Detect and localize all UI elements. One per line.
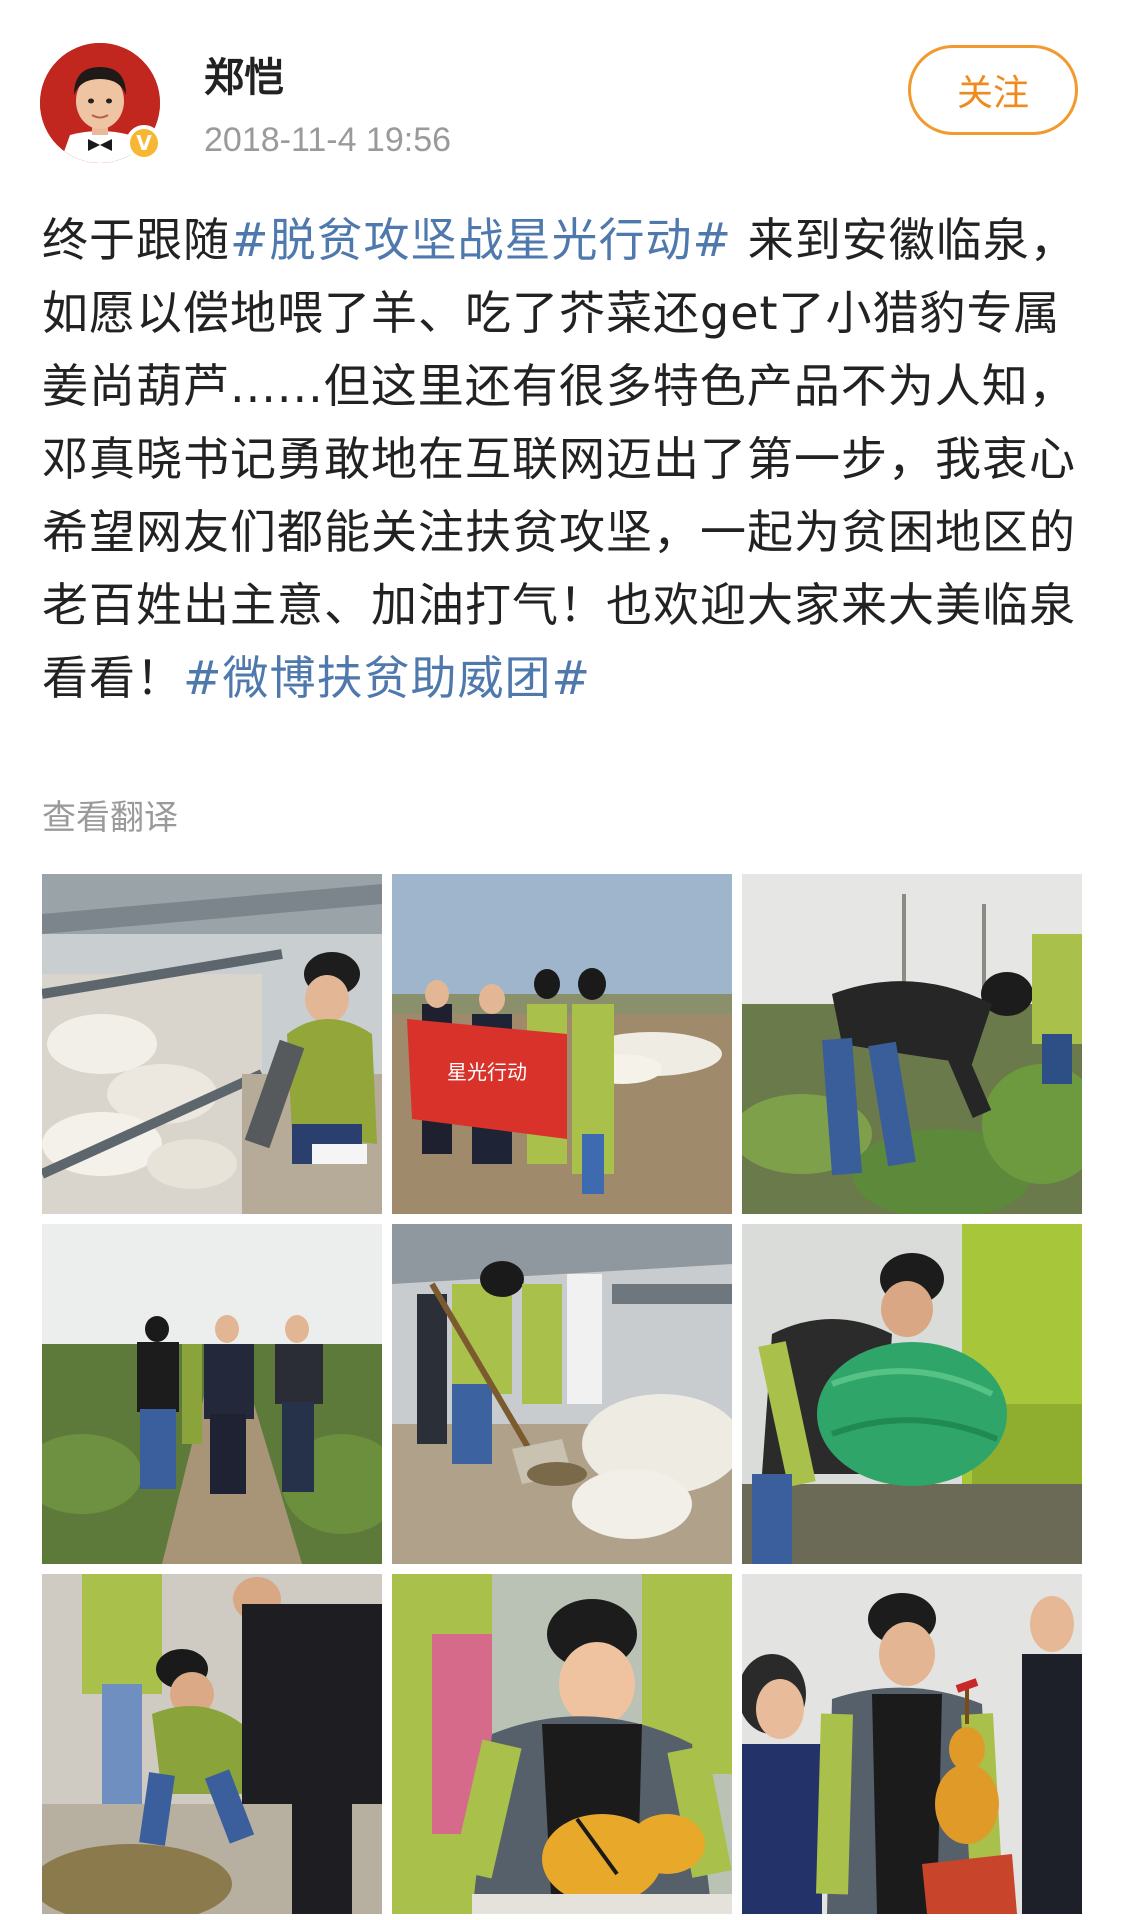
photo-thumbnail-9[interactable] <box>742 1574 1082 1914</box>
post-body: 终于跟随#脱贫攻坚战星光行动# 来到安徽临泉，如愿以偿地喂了羊、吃了芥菜还get… <box>42 204 1082 715</box>
photo-image <box>742 1224 1082 1564</box>
photo-image <box>42 1224 382 1564</box>
photo-thumbnail-7[interactable] <box>42 1574 382 1914</box>
photo-image <box>742 874 1082 1214</box>
photo-image <box>392 1224 732 1564</box>
hashtag-link-poverty-alleviation[interactable]: #脱贫攻坚战星光行动# <box>230 213 732 267</box>
photo-grid: 星光行动 <box>42 874 1082 1914</box>
photo-image: 星光行动 <box>392 874 732 1214</box>
post-header: V 郑恺 2018-11-4 19:56 关注 <box>0 0 1124 170</box>
photo-thumbnail-5[interactable] <box>392 1224 732 1564</box>
banner-text: 星光行动 <box>447 1060 527 1084</box>
translate-link[interactable]: 查看翻译 <box>42 790 178 839</box>
photo-image <box>42 1574 382 1914</box>
post-text-segment: 终于跟随 <box>42 213 230 267</box>
post-timestamp: 2018-11-4 19:56 <box>204 121 452 159</box>
photo-thumbnail-3[interactable] <box>742 874 1082 1214</box>
follow-button[interactable]: 关注 <box>908 45 1078 135</box>
photo-thumbnail-1[interactable] <box>42 874 382 1214</box>
user-name[interactable]: 郑恺 <box>204 56 284 100</box>
photo-thumbnail-8[interactable] <box>392 1574 732 1914</box>
photo-thumbnail-2[interactable]: 星光行动 <box>392 874 732 1214</box>
photo-image <box>392 1574 732 1914</box>
hashtag-link-weibo-support[interactable]: #微博扶贫助威团# <box>183 651 591 705</box>
photo-image <box>42 874 382 1214</box>
photo-thumbnail-6[interactable] <box>742 1224 1082 1564</box>
photo-image <box>742 1574 1082 1914</box>
verified-badge-icon: V <box>126 125 162 161</box>
post-text-segment: 来到安徽临泉，如愿以偿地喂了羊、吃了芥菜还get了小猎豹专属姜尚葫芦......… <box>42 213 1077 705</box>
photo-thumbnail-4[interactable] <box>42 1224 382 1564</box>
